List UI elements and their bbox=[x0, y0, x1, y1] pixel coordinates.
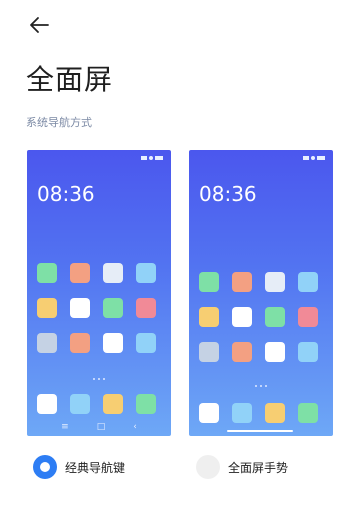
preview-clock: 08:36 bbox=[37, 182, 95, 206]
app-tile bbox=[232, 342, 252, 362]
page-title: 全面屏 bbox=[26, 63, 114, 96]
app-tile bbox=[232, 272, 252, 292]
dock bbox=[199, 403, 318, 423]
app-tile bbox=[199, 342, 219, 362]
gesture-bar bbox=[227, 430, 293, 432]
app-tile bbox=[265, 342, 285, 362]
wifi-icon bbox=[311, 156, 315, 160]
app-tile bbox=[298, 342, 318, 362]
dock-tile bbox=[136, 394, 156, 414]
page-indicator bbox=[27, 378, 171, 380]
app-tile bbox=[199, 307, 219, 327]
signal-icon bbox=[303, 156, 309, 160]
menu-icon: ≡ bbox=[61, 422, 69, 432]
app-tile bbox=[103, 263, 123, 283]
status-bar bbox=[141, 156, 163, 160]
dock-tile bbox=[232, 403, 252, 423]
status-bar bbox=[303, 156, 325, 160]
app-tile bbox=[298, 307, 318, 327]
page-indicator bbox=[189, 385, 333, 387]
app-grid bbox=[37, 263, 156, 353]
app-tile bbox=[199, 272, 219, 292]
preview-classic-nav[interactable]: 08:36 ≡ □ ‹ bbox=[27, 150, 171, 436]
app-tile bbox=[136, 263, 156, 283]
app-tile bbox=[37, 298, 57, 318]
option-label: 全面屏手势 bbox=[228, 460, 289, 475]
back-arrow-icon[interactable] bbox=[26, 12, 52, 38]
dock-tile bbox=[103, 394, 123, 414]
app-tile bbox=[265, 272, 285, 292]
nav-buttons: ≡ □ ‹ bbox=[27, 422, 171, 432]
app-tile bbox=[136, 333, 156, 353]
radio-selected[interactable] bbox=[33, 455, 57, 479]
option-gesture-nav[interactable]: 全面屏手势 bbox=[196, 455, 288, 479]
app-tile bbox=[70, 333, 90, 353]
dock-tile bbox=[298, 403, 318, 423]
app-tile bbox=[298, 272, 318, 292]
home-icon: □ bbox=[96, 422, 106, 432]
app-tile bbox=[37, 333, 57, 353]
app-tile bbox=[103, 333, 123, 353]
dock-tile bbox=[265, 403, 285, 423]
app-tile bbox=[70, 263, 90, 283]
radio-unselected[interactable] bbox=[196, 455, 220, 479]
dock-tile bbox=[37, 394, 57, 414]
dock-tile bbox=[199, 403, 219, 423]
battery-icon bbox=[317, 156, 325, 160]
app-tile bbox=[265, 307, 285, 327]
app-tile bbox=[37, 263, 57, 283]
preview-gesture-nav[interactable]: 08:36 bbox=[189, 150, 333, 436]
dock bbox=[37, 394, 156, 414]
wifi-icon bbox=[149, 156, 153, 160]
option-classic-nav[interactable]: 经典导航键 bbox=[33, 455, 125, 479]
dock-tile bbox=[70, 394, 90, 414]
preview-clock: 08:36 bbox=[199, 182, 257, 206]
battery-icon bbox=[155, 156, 163, 160]
app-tile bbox=[103, 298, 123, 318]
section-label: 系统导航方式 bbox=[26, 116, 92, 129]
signal-icon bbox=[141, 156, 147, 160]
app-tile bbox=[70, 298, 90, 318]
app-grid bbox=[199, 272, 318, 362]
option-label: 经典导航键 bbox=[65, 460, 126, 475]
back-icon: ‹ bbox=[133, 422, 137, 432]
app-tile bbox=[232, 307, 252, 327]
app-tile bbox=[136, 298, 156, 318]
